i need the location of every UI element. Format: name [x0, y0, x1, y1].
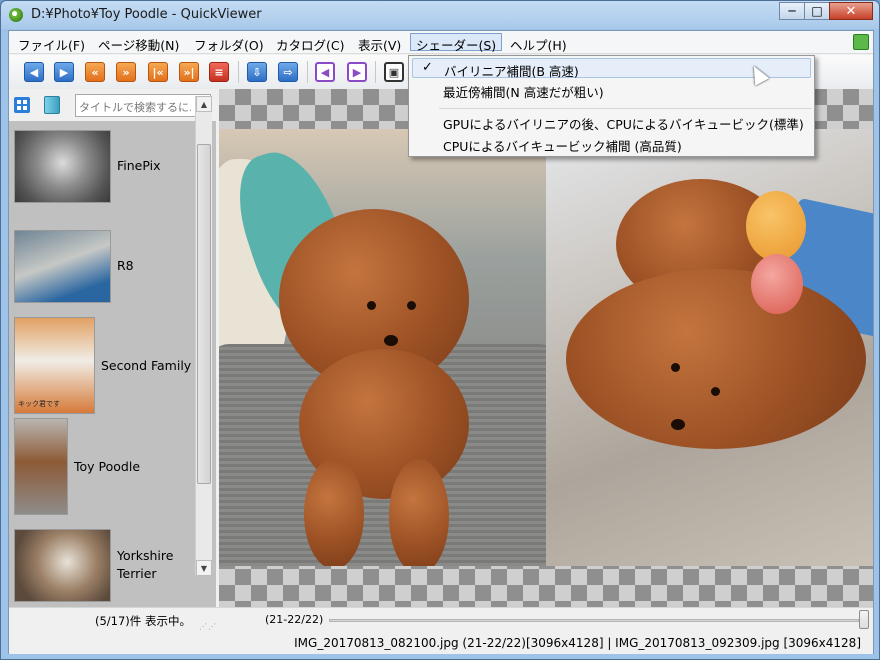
folder-label: Second Family	[101, 358, 192, 373]
folder-item-second-family[interactable]: キック君です Second Family	[12, 317, 194, 417]
photo-right-page	[546, 129, 873, 566]
prev-page-button[interactable]: ◀	[24, 62, 44, 82]
menu-view[interactable]: 表示(V)	[353, 34, 406, 53]
menu-shader[interactable]: シェーダー(S)	[410, 33, 503, 53]
caption-buttons: ─ □ ✕	[779, 2, 873, 20]
copy-file-button[interactable]: ⇩	[247, 62, 267, 82]
folder-thumbnail	[14, 529, 111, 602]
menu-catalog[interactable]: カタログ(C)	[271, 34, 349, 53]
file-info-text: IMG_20170813_082100.jpg (21-22/22)[3096x…	[294, 636, 861, 650]
app-window: D:¥Photo¥Toy Poodle - QuickViewer ─ □ ✕ …	[0, 0, 880, 660]
last-page-icon: »|	[183, 65, 195, 79]
maximize-icon: □	[811, 4, 823, 18]
toolbar-separator	[375, 61, 376, 83]
fast-rewind-button[interactable]: «	[85, 62, 105, 82]
title-search-placeholder: タイトルで検索するに…	[79, 101, 191, 114]
menu-item-label: バイリニア補間(B 高速)	[444, 64, 579, 79]
status-bar: (5/17)件 表示中。 ⋰⋰ (21-22/22) IMG_20170813_…	[9, 607, 873, 654]
scroll-down-icon: ▼	[200, 563, 208, 573]
folder-label: FinePix	[117, 158, 161, 173]
folder-label: R8	[117, 258, 134, 273]
folder-item-r8[interactable]: R8	[12, 230, 194, 330]
folder-thumbnail	[14, 418, 68, 515]
folder-item-finepix[interactable]: FinePix	[12, 130, 194, 230]
prev-volume-icon: ◀	[320, 65, 330, 79]
catalog-scrollbar[interactable]: ▲ ▼	[195, 96, 212, 576]
folder-thumbnail	[14, 230, 111, 303]
first-page-button[interactable]: |«	[148, 62, 168, 82]
minimize-button[interactable]: ─	[779, 2, 805, 20]
catalog-pane: タイトルで検索するに… ▼ FinePix R8 キック君です Sec	[9, 89, 216, 607]
folder-label: Toy Poodle	[74, 459, 141, 474]
menu-file[interactable]: ファイル(F)	[13, 34, 90, 53]
page-range-text: (21-22/22)	[265, 613, 324, 626]
fast-forward-icon: »	[122, 65, 130, 79]
title-bar[interactable]: D:¥Photo¥Toy Poodle - QuickViewer ─ □ ✕	[1, 1, 879, 29]
external-open-icon[interactable]	[853, 34, 869, 50]
next-volume-button[interactable]: ▶	[347, 62, 367, 82]
next-page-button[interactable]: ▶	[54, 62, 74, 82]
folder-thumbnail-list: FinePix R8 キック君です Second Family Toy Pood…	[12, 124, 194, 607]
fast-rewind-icon: «	[91, 65, 99, 79]
menu-item-label: CPUによるバイキュービック補間 (高品質)	[443, 139, 682, 154]
copy-file-icon: ⇩	[252, 65, 262, 79]
photo-left-page	[219, 129, 546, 566]
folder-item-toy-poodle[interactable]: Toy Poodle	[12, 418, 194, 518]
scroll-up-icon: ▲	[200, 99, 208, 109]
folder-label: Yorkshire Terrier	[117, 548, 174, 581]
title-search-combo[interactable]: タイトルで検索するに… ▼	[75, 94, 211, 117]
prev-volume-button[interactable]: ◀	[315, 62, 335, 82]
move-file-icon: ⇨	[283, 65, 293, 79]
window-title: D:¥Photo¥Toy Poodle - QuickViewer	[31, 7, 262, 22]
book-view-icon[interactable]	[44, 96, 60, 114]
catalog-count-text: (5/17)件 表示中。	[95, 614, 191, 628]
page-slider-thumb[interactable]	[859, 610, 869, 629]
first-page-icon: |«	[152, 65, 164, 79]
slideshow-list-icon: ≡	[214, 65, 224, 79]
close-button[interactable]: ✕	[829, 2, 873, 20]
move-file-button[interactable]: ⇨	[278, 62, 298, 82]
shader-gpu-bicubic-item[interactable]: GPUによるバイリニアの後、CPUによるバイキュービック(標準)	[412, 112, 811, 132]
prev-page-icon: ◀	[29, 65, 39, 79]
thumbnail-caption: キック君です	[18, 400, 60, 408]
menu-folder[interactable]: フォルダ(O)	[189, 34, 269, 53]
quickviewer-app-icon	[9, 8, 23, 22]
fullscreen-icon: ▣	[388, 65, 400, 79]
last-page-button[interactable]: »|	[179, 62, 199, 82]
folder-thumbnail: キック君です	[14, 317, 95, 414]
toolbar-separator	[238, 61, 239, 83]
menu-page-nav[interactable]: ページ移動(N)	[93, 34, 184, 53]
fast-forward-button[interactable]: »	[116, 62, 136, 82]
grid-view-icon[interactable]	[14, 97, 30, 113]
page-slider-track[interactable]	[329, 619, 859, 622]
menu-item-label: GPUによるバイリニアの後、CPUによるバイキュービック(標準)	[443, 117, 804, 132]
scroll-up-button[interactable]: ▲	[196, 96, 212, 112]
shader-nearest-item[interactable]: 最近傍補間(N 高速だが粗い)	[412, 80, 811, 100]
close-icon: ✕	[845, 3, 857, 19]
menu-separator	[439, 108, 812, 109]
image-viewer[interactable]	[219, 89, 873, 607]
next-volume-icon: ▶	[352, 65, 362, 79]
check-icon: ✓	[422, 60, 433, 75]
toolbar-separator	[307, 61, 308, 83]
scrollbar-thumb[interactable]	[197, 144, 211, 484]
menu-bar: ファイル(F) ページ移動(N) フォルダ(O) カタログ(C) 表示(V) シ…	[9, 31, 873, 54]
scroll-down-button[interactable]: ▼	[196, 560, 212, 576]
resize-grip-icon[interactable]: ⋰⋰	[199, 622, 217, 631]
fullscreen-button[interactable]: ▣	[384, 62, 404, 82]
maximize-button[interactable]: □	[804, 2, 830, 20]
slideshow-list-button[interactable]: ≡	[209, 62, 229, 82]
folder-thumbnail	[14, 130, 111, 203]
minimize-icon: ─	[788, 4, 796, 18]
folder-item-yorkshire-terrier[interactable]: Yorkshire Terrier	[12, 529, 194, 607]
menu-item-label: 最近傍補間(N 高速だが粗い)	[443, 85, 604, 100]
shader-cpu-bicubic-item[interactable]: CPUによるバイキュービック補間 (高品質)	[412, 134, 811, 154]
catalog-header: タイトルで検索するに… ▼	[9, 89, 216, 121]
menu-help[interactable]: ヘルプ(H)	[505, 34, 572, 53]
next-page-icon: ▶	[59, 65, 69, 79]
